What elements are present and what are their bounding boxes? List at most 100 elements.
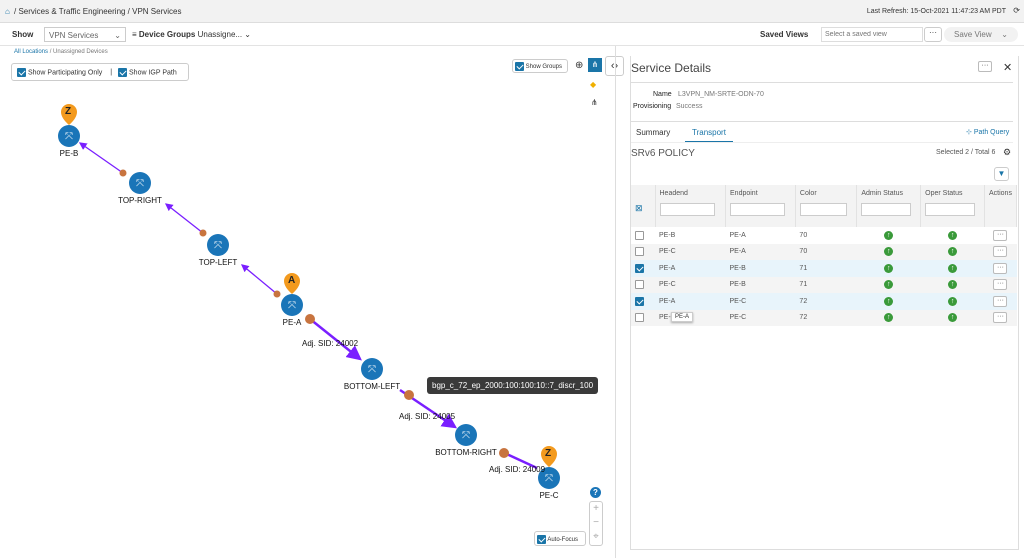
fit-view-button[interactable]: ⌖	[590, 530, 602, 544]
router-node[interactable]: ⤧	[455, 424, 477, 446]
marker-letter: Z	[65, 106, 72, 117]
row-actions-button[interactable]: ···	[993, 312, 1008, 324]
node-label: PE-C	[539, 491, 559, 500]
filter-button[interactable]: ▼	[994, 167, 1009, 181]
row-actions-button[interactable]: ···	[993, 262, 1008, 274]
column-filter-input[interactable]	[925, 203, 975, 216]
admin-status-up-icon: ↑	[884, 280, 894, 290]
tab-transport[interactable]: Transport	[685, 128, 733, 143]
link-endpoint	[119, 169, 127, 177]
saved-view-more-button[interactable]: ···	[924, 27, 942, 42]
panel-more-button[interactable]: ···	[978, 61, 992, 72]
select-all-checkbox[interactable]: ⊠	[631, 185, 656, 227]
row-actions-button[interactable]: ···	[993, 279, 1008, 291]
policy-table: ⊠ Headend Endpoint Color Admin Status Oper St…	[631, 185, 1018, 326]
oper-status-up-icon: ↑	[948, 247, 958, 257]
row-checkbox[interactable]	[635, 313, 644, 323]
auto-focus-toggle[interactable]: Auto-Focus	[534, 531, 586, 546]
headend-cell: PE-A	[655, 260, 726, 277]
gear-icon[interactable]: ⚙	[1003, 147, 1011, 158]
router-icon: ⤧	[214, 241, 222, 252]
headend-cell: PE-C	[655, 243, 726, 260]
zoom-in-button[interactable]: +	[590, 502, 602, 516]
column-title: Headend	[659, 190, 688, 197]
link-topleft-topright	[164, 203, 204, 234]
headend-cell: PE-A	[655, 293, 726, 310]
column-filter-input[interactable]	[861, 203, 911, 216]
name-label: Name	[653, 91, 672, 98]
column-title: Color	[799, 190, 817, 197]
table-row[interactable]: PE-A PE-C 72 ↑ ↑ ···	[631, 293, 1017, 310]
table-row[interactable]: PE-B PE-A 70 ↑ ↑ ···	[631, 227, 1017, 244]
oper-status-up-icon: ↑	[948, 280, 958, 290]
endpoint-cell: PE-B	[725, 260, 796, 277]
column-header: Admin Status	[856, 185, 922, 227]
provisioning-label: Provisioning	[633, 103, 672, 110]
column-title: Actions	[988, 190, 1012, 197]
row-actions-button[interactable]: ···	[993, 229, 1008, 241]
zoom-controls: + − ⌖	[589, 501, 603, 546]
selection-count: Selected 2 / Total 6	[936, 149, 996, 156]
last-refresh: Last Refresh: 15-Oct-2021 11:47:23 AM PD…	[866, 8, 1006, 15]
node-label: TOP-LEFT	[198, 258, 238, 267]
zoom-out-button[interactable]: −	[590, 516, 602, 530]
endpoint-cell: PE-A	[729, 231, 746, 239]
refresh-icon[interactable]: ⟳	[1013, 6, 1020, 15]
router-node[interactable]: ⤧	[58, 125, 80, 147]
link-tooltip: bgp_c_72_ep_2000:100:100:10::7_discr_100	[427, 377, 599, 394]
row-checkbox[interactable]	[635, 280, 644, 290]
row-checkbox[interactable]	[635, 230, 644, 240]
save-view-button[interactable]: Save View ⌄	[944, 27, 1018, 42]
link-pea-topleft	[240, 264, 278, 295]
router-node[interactable]: ⤧	[129, 172, 151, 194]
column-header: Actions	[984, 185, 1018, 227]
row-checkbox[interactable]	[635, 263, 644, 273]
path-query-link[interactable]: ⊹ Path Query	[966, 128, 1009, 136]
row-actions-button[interactable]: ···	[993, 246, 1008, 258]
row-actions-button[interactable]: ···	[993, 295, 1008, 307]
name-value: L3VPN_NM-SRTE-ODN-70	[678, 91, 764, 98]
color-cell: 72	[795, 293, 857, 310]
table-row[interactable]: PE-A PE-B 71 ↑ ↑ ···	[631, 260, 1017, 277]
column-filter-input[interactable]	[730, 203, 785, 216]
admin-status-up-icon: ↑	[884, 230, 894, 240]
admin-status-up-icon: ↑	[884, 247, 894, 257]
node-label: PE-B	[59, 149, 79, 158]
node-label: TOP-RIGHT	[118, 196, 162, 205]
tab-summary[interactable]: Summary	[636, 128, 670, 137]
oper-status-up-icon: ↑	[948, 230, 958, 240]
router-icon: ⤧	[462, 431, 470, 442]
router-icon: ⤧	[368, 365, 376, 376]
auto-focus-label: Auto-Focus	[547, 537, 579, 544]
endpoint-cell: PE-B	[725, 276, 796, 293]
service-details-panel: Service Details ··· ✕ Name L3VPN_NM-SRTE…	[630, 56, 1019, 550]
color-cell: 70	[799, 231, 808, 239]
router-node[interactable]: ⤧	[361, 358, 383, 380]
column-header: Oper Status	[920, 185, 985, 227]
panel-divider[interactable]	[615, 46, 616, 558]
sid-label: Adj. SID: 24009	[489, 465, 546, 474]
router-node[interactable]: ⤧	[281, 294, 303, 316]
help-icon[interactable]: ?	[590, 487, 601, 498]
save-view-label: Save View	[954, 30, 992, 39]
auto-focus-checkbox[interactable]	[537, 535, 546, 544]
close-icon[interactable]: ✕	[1003, 61, 1012, 74]
router-icon: ⤧	[288, 301, 296, 312]
row-checkbox[interactable]	[635, 247, 644, 257]
admin-status-up-icon: ↑	[884, 296, 894, 306]
table-row[interactable]: PE-C PE-B 71 ↑ ↑ ···	[631, 276, 1017, 293]
panel-title: Service Details	[631, 61, 712, 75]
node-label: BOTTOM-LEFT	[343, 382, 401, 391]
row-checkbox[interactable]	[635, 296, 644, 306]
color-cell: 72	[795, 309, 857, 326]
router-icon: ⤧	[545, 474, 553, 485]
saved-view-input[interactable]	[821, 27, 923, 42]
column-filter-input[interactable]	[659, 203, 715, 216]
router-node[interactable]: ⤧	[207, 234, 229, 256]
marker-letter: A	[288, 275, 296, 286]
table-row[interactable]: PE-C PE-A 70 ↑ ↑ ···	[631, 243, 1017, 260]
admin-status-up-icon: ↑	[884, 313, 894, 323]
column-filter-input[interactable]	[799, 203, 848, 216]
link-endpoint	[199, 229, 207, 237]
endpoint-cell: PE-A	[725, 243, 796, 260]
